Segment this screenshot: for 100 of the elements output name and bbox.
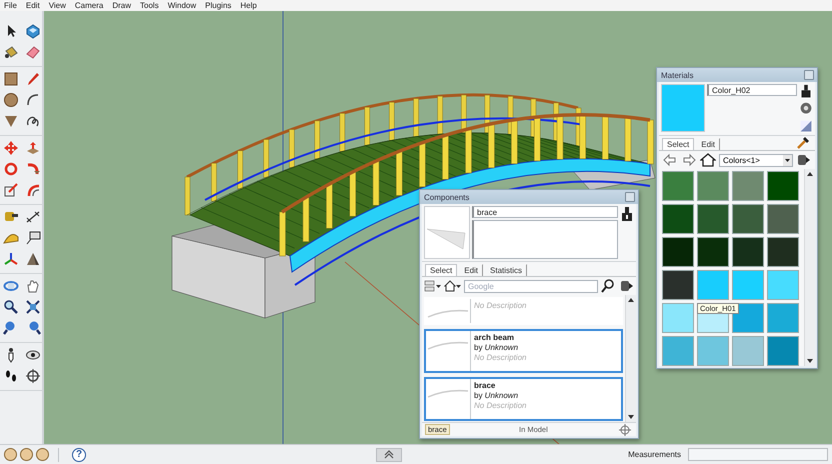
search-field[interactable]: Google — [464, 280, 598, 292]
tab[interactable]: Select — [425, 264, 458, 276]
component-name: arch beam — [474, 333, 516, 342]
color-swatch[interactable] — [662, 303, 694, 333]
down-arrow-icon[interactable] — [628, 415, 634, 419]
tab[interactable]: Edit — [459, 264, 484, 276]
eraser-icon[interactable] — [25, 44, 41, 60]
scrollbar[interactable] — [804, 169, 815, 366]
home-dropdown-button[interactable] — [444, 280, 462, 292]
hand-icon[interactable] — [25, 278, 41, 294]
dimension-icon[interactable] — [25, 209, 41, 225]
details-arrow-icon[interactable] — [796, 152, 812, 168]
four-arrows-icon[interactable] — [3, 140, 19, 156]
triangle-icon[interactable] — [3, 113, 19, 129]
crosshair-icon[interactable] — [617, 422, 633, 438]
menu-item[interactable]: File — [4, 0, 17, 10]
square-icon[interactable] — [3, 71, 19, 87]
home-icon[interactable] — [700, 152, 716, 168]
section-plane-icon[interactable] — [25, 368, 41, 384]
down-arrow-icon[interactable] — [807, 359, 813, 363]
search-icon[interactable] — [600, 278, 616, 294]
color-swatch[interactable] — [767, 270, 799, 300]
text-label-icon[interactable] — [25, 230, 41, 246]
footprints-icon[interactable] — [3, 368, 19, 384]
color-swatch[interactable] — [767, 171, 799, 201]
color-swatch[interactable] — [732, 237, 764, 267]
curved-arrow-icon[interactable] — [25, 161, 41, 177]
component-name: brace — [474, 381, 496, 390]
scale-icon[interactable] — [3, 182, 19, 198]
color-swatch[interactable] — [662, 237, 694, 267]
up-arrow-icon[interactable] — [628, 298, 634, 302]
rotate-icon[interactable] — [3, 161, 19, 177]
menu-item[interactable]: Plugins — [205, 0, 232, 10]
color-swatch[interactable] — [732, 270, 764, 300]
menu-item[interactable]: Help — [240, 0, 257, 10]
axes-icon[interactable] — [3, 251, 19, 267]
color-swatch[interactable] — [697, 336, 729, 366]
color-swatch[interactable] — [697, 204, 729, 234]
display-options-button[interactable] — [424, 280, 442, 292]
navigation-icon[interactable] — [618, 278, 634, 294]
component-thumbnail — [426, 379, 471, 419]
menu-item[interactable]: Window — [168, 0, 196, 10]
color-swatch[interactable] — [697, 171, 729, 201]
tab[interactable]: Edit — [696, 138, 720, 150]
component-thumbnail — [426, 299, 471, 323]
window-title: Materials — [661, 70, 694, 80]
measurements-field[interactable] — [688, 448, 828, 461]
name-field[interactable]: brace — [472, 206, 618, 218]
box-icon[interactable] — [25, 23, 41, 39]
collection-dropdown[interactable]: Colors<1> — [719, 154, 793, 166]
pyramid-icon[interactable] — [25, 251, 41, 267]
measurements-label: Measurements — [628, 450, 681, 459]
color-swatch[interactable] — [662, 270, 694, 300]
close-button[interactable] — [804, 70, 814, 80]
pencil-icon[interactable] — [25, 71, 41, 87]
double-chevron-icon — [384, 450, 394, 459]
color-swatch[interactable] — [732, 171, 764, 201]
color-swatch[interactable] — [697, 270, 729, 300]
component-description: No Description — [474, 353, 526, 362]
offset-icon[interactable] — [25, 182, 41, 198]
help-icon[interactable]: ? — [72, 448, 86, 462]
menu-item[interactable]: Camera — [74, 0, 104, 10]
color-swatch[interactable] — [767, 237, 799, 267]
description-field[interactable] — [472, 220, 618, 259]
arc-icon[interactable] — [25, 92, 41, 108]
name-field[interactable]: Color_H02 — [707, 84, 797, 96]
color-swatch[interactable] — [662, 336, 694, 366]
color-swatch[interactable] — [732, 204, 764, 234]
bucket-icon[interactable] — [3, 44, 19, 60]
component-description: No Description — [474, 301, 526, 310]
circle-icon[interactable] — [3, 92, 19, 108]
caret-icon — [783, 154, 792, 166]
tab[interactable]: Statistics — [485, 264, 528, 276]
push-pull-icon[interactable] — [25, 140, 41, 156]
tab[interactable]: Select — [662, 138, 694, 150]
forward-arrow-icon[interactable] — [681, 152, 697, 168]
component-item[interactable]: arch beam by Unknown No Description — [424, 329, 623, 373]
material-preview — [661, 84, 705, 132]
up-arrow-icon[interactable] — [807, 172, 813, 176]
menu-item[interactable]: Draw — [112, 0, 132, 10]
color-swatch[interactable] — [662, 204, 694, 234]
magnifier-icon[interactable] — [3, 299, 19, 315]
eyedropper-icon[interactable] — [796, 134, 812, 150]
color-swatch[interactable] — [767, 303, 799, 333]
color-swatch[interactable] — [662, 171, 694, 201]
back-arrow-icon[interactable] — [662, 152, 678, 168]
component-item[interactable]: brace by Unknown No Description — [424, 377, 623, 421]
color-swatch[interactable] — [767, 336, 799, 366]
scrollbar[interactable] — [625, 295, 636, 422]
close-button[interactable] — [625, 192, 635, 202]
menu-item[interactable]: Tools — [140, 0, 159, 10]
orbit-icon[interactable] — [3, 278, 19, 294]
color-swatch[interactable] — [697, 237, 729, 267]
color-swatch[interactable] — [767, 204, 799, 234]
zoom-window-icon[interactable] — [25, 299, 41, 315]
menu-item[interactable]: View — [48, 0, 66, 10]
menu-item[interactable]: Edit — [26, 0, 40, 10]
expand-button[interactable] — [376, 448, 402, 462]
component-export-icon[interactable] — [619, 206, 635, 222]
color-swatch[interactable] — [732, 336, 764, 366]
